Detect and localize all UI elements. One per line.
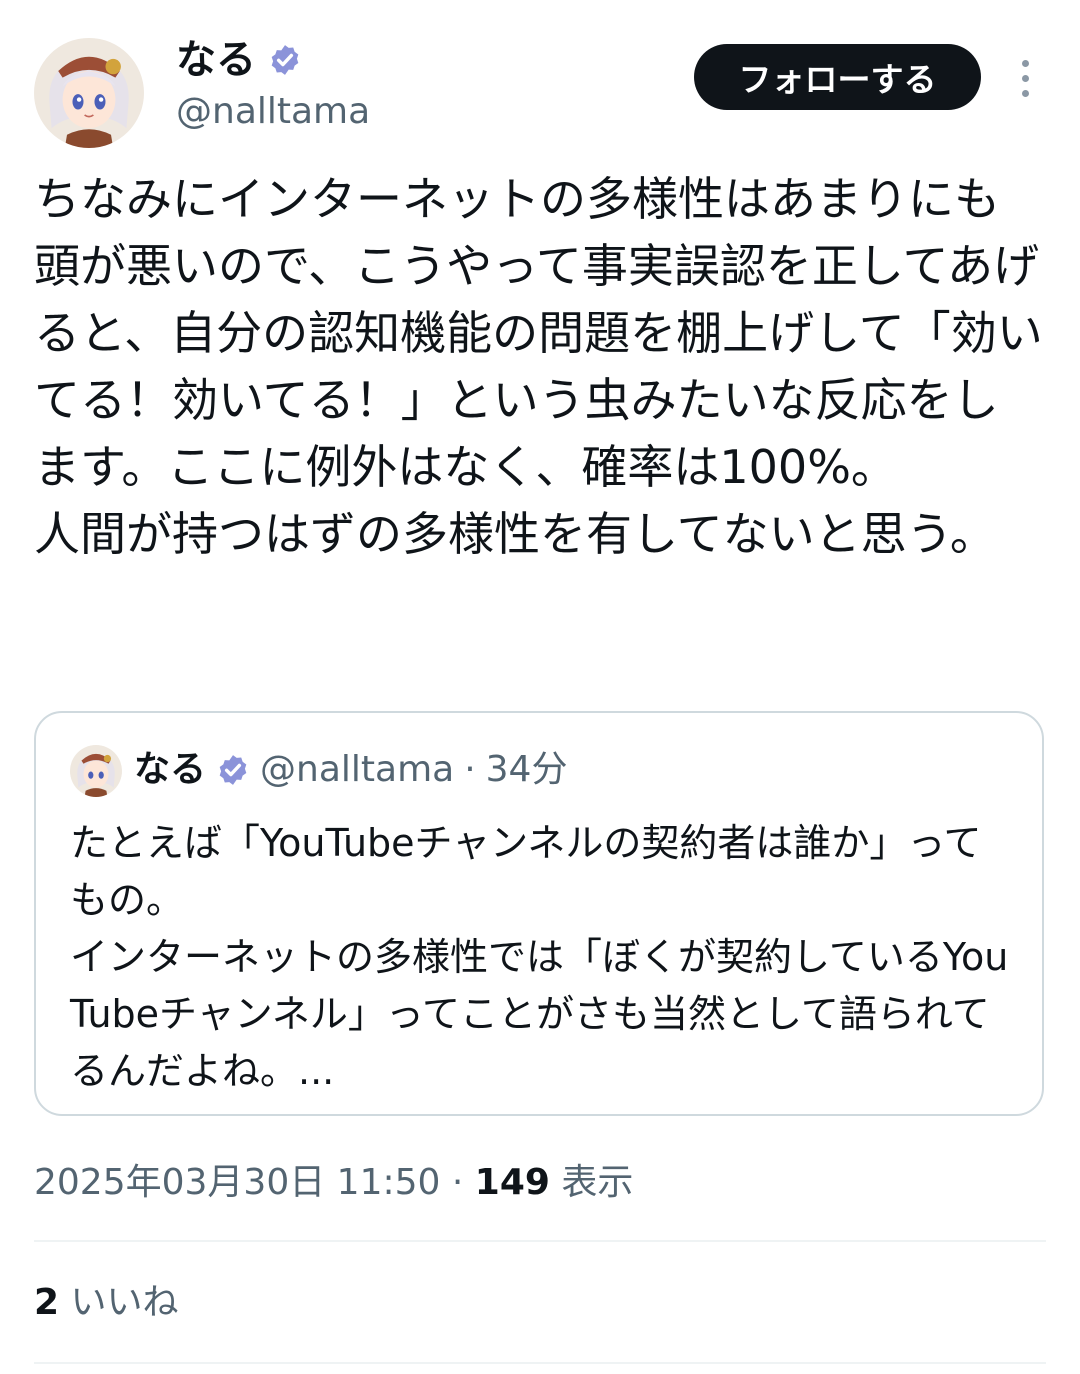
divider (34, 1362, 1046, 1364)
tweet-text: ちなみにインターネットの多様性はあまりにも頭が悪いので、こうやって事実誤認を正し… (34, 172, 1043, 561)
likes-link[interactable]: 2 いいね (34, 1278, 179, 1328)
quote-author-avatar[interactable] (70, 745, 122, 797)
quote-timestamp[interactable]: 34分 (486, 745, 568, 795)
divider (34, 1240, 1046, 1242)
more-vertical-icon[interactable] (1004, 54, 1046, 102)
quote-header: なる @nalltama · 34分 (134, 745, 567, 795)
author-display-name[interactable]: なる (176, 36, 256, 84)
more-dot (1021, 89, 1029, 97)
more-dot (1021, 59, 1029, 67)
author-avatar[interactable] (34, 38, 144, 148)
tweet-timestamp[interactable]: 2025年03月30日 11:50 (34, 1162, 440, 1203)
tweet-meta: 2025年03月30日 11:50 · 149 表示 (34, 1158, 633, 1208)
meta-separator: · (451, 1162, 464, 1203)
likes-label: いいね (70, 1282, 179, 1323)
quote-author-handle: @nalltama (260, 749, 455, 790)
follow-button[interactable]: フォローする (694, 44, 981, 110)
quote-separator: · (464, 749, 476, 790)
likes-count: 2 (34, 1282, 60, 1323)
views-count: 149 (474, 1162, 550, 1203)
author-name-row: なる (176, 36, 302, 84)
anime-girl-avatar (70, 745, 122, 797)
author-handle[interactable]: @nalltama (176, 90, 370, 134)
more-dot (1021, 74, 1029, 82)
quoted-tweet-card[interactable]: なる @nalltama · 34分 たとえば「YouTubeチャンネルの契約者… (34, 711, 1044, 1116)
quote-author-name: なる (134, 749, 207, 790)
quote-text: たとえば「YouTubeチャンネルの契約者は誰か」ってもの。 インターネットの多… (70, 821, 1009, 1093)
verified-badge-icon (219, 755, 247, 785)
anime-girl-avatar (34, 38, 144, 148)
verified-badge-icon (271, 45, 299, 75)
views-label: 表示 (561, 1162, 634, 1203)
